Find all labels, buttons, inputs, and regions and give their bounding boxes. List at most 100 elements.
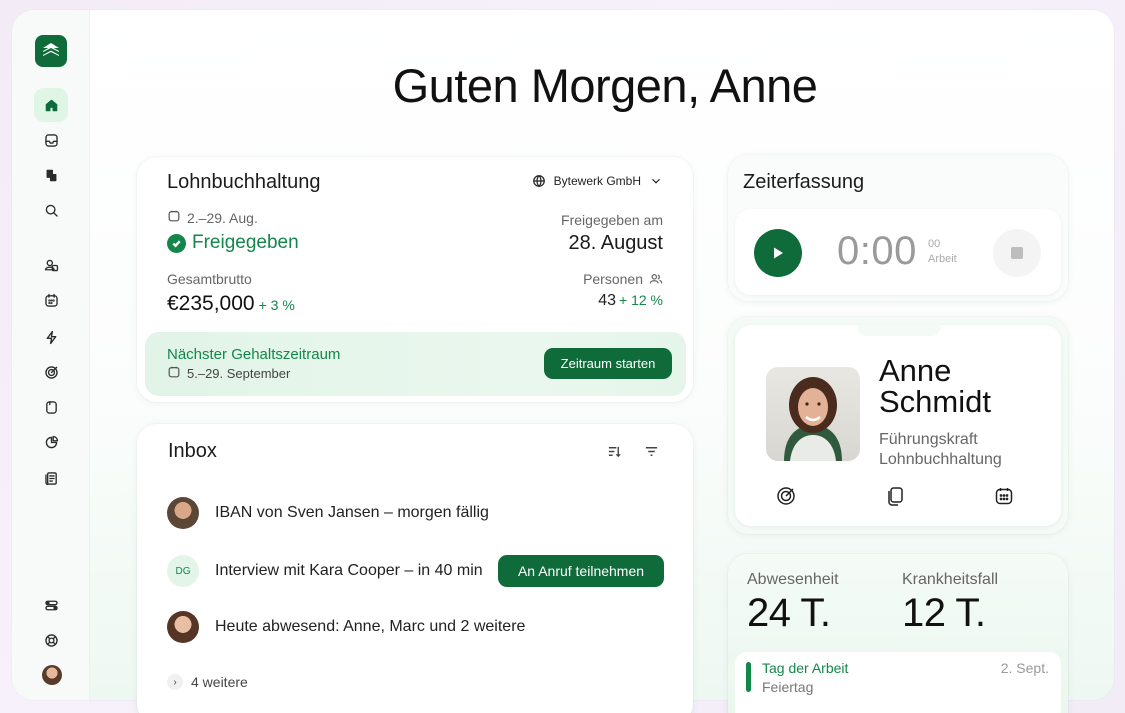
avatar — [167, 497, 199, 529]
sidebar-item-people[interactable] — [34, 248, 68, 282]
stop-icon — [1011, 247, 1023, 259]
gross-value: €235,000 + 3 % — [167, 292, 295, 316]
payroll-card: Lohnbuchhaltung Bytewerk GmbH 2.–29. Aug… — [137, 157, 693, 402]
avatar-initials: DG — [167, 555, 199, 587]
sidebar-item-inbox[interactable] — [34, 123, 68, 157]
users-icon — [649, 274, 663, 284]
sick-label: Krankheitsfall — [902, 571, 999, 588]
profile-photo — [766, 367, 860, 461]
gross-delta: + 3 % — [258, 297, 295, 313]
profile-name: Anne Schmidt — [879, 355, 991, 417]
calendar-icon — [167, 365, 181, 382]
integrations-icon — [46, 169, 56, 181]
next-period-title: Nächster Gehaltszeitraum — [167, 346, 341, 363]
sidebar-item-goals[interactable] — [34, 355, 68, 389]
sidebar-item-search[interactable] — [34, 193, 68, 227]
chevron-right-icon: › — [167, 674, 183, 690]
play-button[interactable] — [754, 229, 802, 277]
sick-value: 12 T. — [902, 591, 986, 635]
card-notch — [857, 324, 941, 336]
sidebar-item-automations[interactable] — [34, 320, 68, 354]
inbox-card: Inbox IBAN von Sven Jansen – morgen fäll… — [137, 424, 693, 713]
calendar-icon — [167, 209, 181, 226]
toggles-icon — [44, 600, 58, 610]
sidebar-item-documents[interactable] — [34, 390, 68, 424]
next-period-banner: Nächster Gehaltszeitraum 5.–29. Septembe… — [145, 332, 686, 396]
profile-first-name: Anne — [879, 353, 952, 388]
chevron-down-icon — [652, 178, 660, 184]
sidebar — [12, 10, 90, 700]
status-text: Freigegeben — [192, 232, 299, 253]
filter-icon[interactable] — [644, 444, 659, 459]
company-selector[interactable]: Bytewerk GmbH — [532, 174, 663, 188]
inbox-item[interactable]: IBAN von Sven Jansen – morgen fällig — [167, 497, 489, 529]
time-tracking-title: Zeiterfassung — [743, 171, 865, 193]
time-tracking-card: Zeiterfassung 0:00 00 Arbeit — [728, 155, 1068, 301]
timer-seconds-value: 00 — [928, 238, 941, 250]
company-name: Bytewerk GmbH — [553, 174, 641, 188]
approved-label: Freigegeben am — [561, 212, 663, 228]
holiday-item[interactable]: Tag der Arbeit Feiertag 2. Sept. — [735, 652, 1061, 713]
logo-icon[interactable] — [35, 35, 67, 67]
payroll-status: Freigegeben — [167, 232, 299, 254]
inbox-item-text: IBAN von Sven Jansen – morgen fällig — [215, 504, 489, 521]
greeting-title: Guten Morgen, Anne — [392, 59, 818, 112]
profile-last-name: Schmidt — [879, 384, 991, 419]
stop-button[interactable] — [993, 229, 1041, 277]
timer-seconds: 00 Arbeit — [928, 237, 957, 267]
next-period-date-text: 5.–29. September — [187, 366, 291, 381]
pay-period-text: 2.–29. Aug. — [187, 209, 258, 226]
sidebar-item-settings[interactable] — [34, 588, 68, 622]
bolt-icon — [46, 330, 56, 344]
absence-card: Abwesenheit 24 T. Krankheitsfall 12 T. T… — [728, 554, 1068, 713]
inbox-item[interactable]: DG Interview mit Kara Cooper – in 40 min — [167, 555, 483, 587]
search-icon — [45, 204, 58, 217]
sidebar-item-integrations[interactable] — [34, 158, 68, 192]
sidebar-item-home[interactable] — [34, 88, 68, 122]
inbox-icon — [44, 133, 58, 147]
inbox-tools — [607, 444, 659, 459]
sidebar-item-calendar[interactable] — [34, 283, 68, 317]
next-period-date: 5.–29. September — [167, 365, 290, 382]
timer-clock: 0:00 — [837, 229, 917, 273]
inbox-title: Inbox — [168, 440, 217, 462]
holiday-type: Feiertag — [762, 679, 814, 695]
calendar-icon[interactable] — [993, 485, 1015, 507]
help-icon — [44, 633, 58, 647]
profile-department: Lohnbuchhaltung — [879, 451, 1002, 468]
people-icon — [44, 259, 58, 271]
timer: 0:00 00 Arbeit — [735, 209, 1061, 295]
profile-card: Anne Schmidt Führungskraft Lohnbuchhaltu… — [728, 317, 1068, 534]
show-more-text: 4 weitere — [191, 674, 248, 690]
inbox-item[interactable]: Heute abwesend: Anne, Marc und 2 weitere — [167, 611, 525, 643]
calendar-icon — [44, 293, 58, 307]
gross-label: Gesamtbrutto — [167, 271, 252, 287]
show-more-link[interactable]: › 4 weitere — [167, 674, 248, 690]
timer-mode: Arbeit — [928, 253, 957, 265]
ledger-icon — [44, 471, 57, 485]
persons-delta: + 12 % — [619, 292, 663, 308]
document-icon — [45, 400, 57, 414]
user-avatar[interactable] — [42, 665, 62, 685]
check-circle-icon — [167, 233, 186, 253]
profile-actions — [775, 485, 1015, 507]
persons-value: 43 + 12 % — [598, 292, 663, 310]
avatar — [167, 611, 199, 643]
join-call-button[interactable]: An Anruf teilnehmen — [498, 555, 664, 587]
profile-role: Führungskraft Lohnbuchhaltung — [879, 430, 1002, 470]
payroll-title: Lohnbuchhaltung — [167, 171, 321, 193]
documents-icon[interactable] — [884, 485, 906, 507]
home-icon — [45, 99, 57, 111]
sort-icon[interactable] — [607, 444, 622, 459]
start-period-button[interactable]: Zeitraum starten — [544, 348, 672, 379]
sidebar-item-reports[interactable] — [34, 425, 68, 459]
sidebar-item-payroll[interactable] — [34, 461, 68, 495]
inbox-item-text: Interview mit Kara Cooper – in 40 min — [215, 562, 483, 579]
holiday-title: Tag der Arbeit — [762, 660, 849, 676]
target-icon[interactable] — [775, 485, 797, 507]
profile-inner: Anne Schmidt Führungskraft Lohnbuchhaltu… — [735, 324, 1061, 526]
sidebar-item-help[interactable] — [34, 623, 68, 657]
holiday-date: 2. Sept. — [1000, 660, 1049, 676]
inbox-item-text: Heute abwesend: Anne, Marc und 2 weitere — [215, 618, 526, 635]
persons-label: Personen — [583, 271, 663, 287]
